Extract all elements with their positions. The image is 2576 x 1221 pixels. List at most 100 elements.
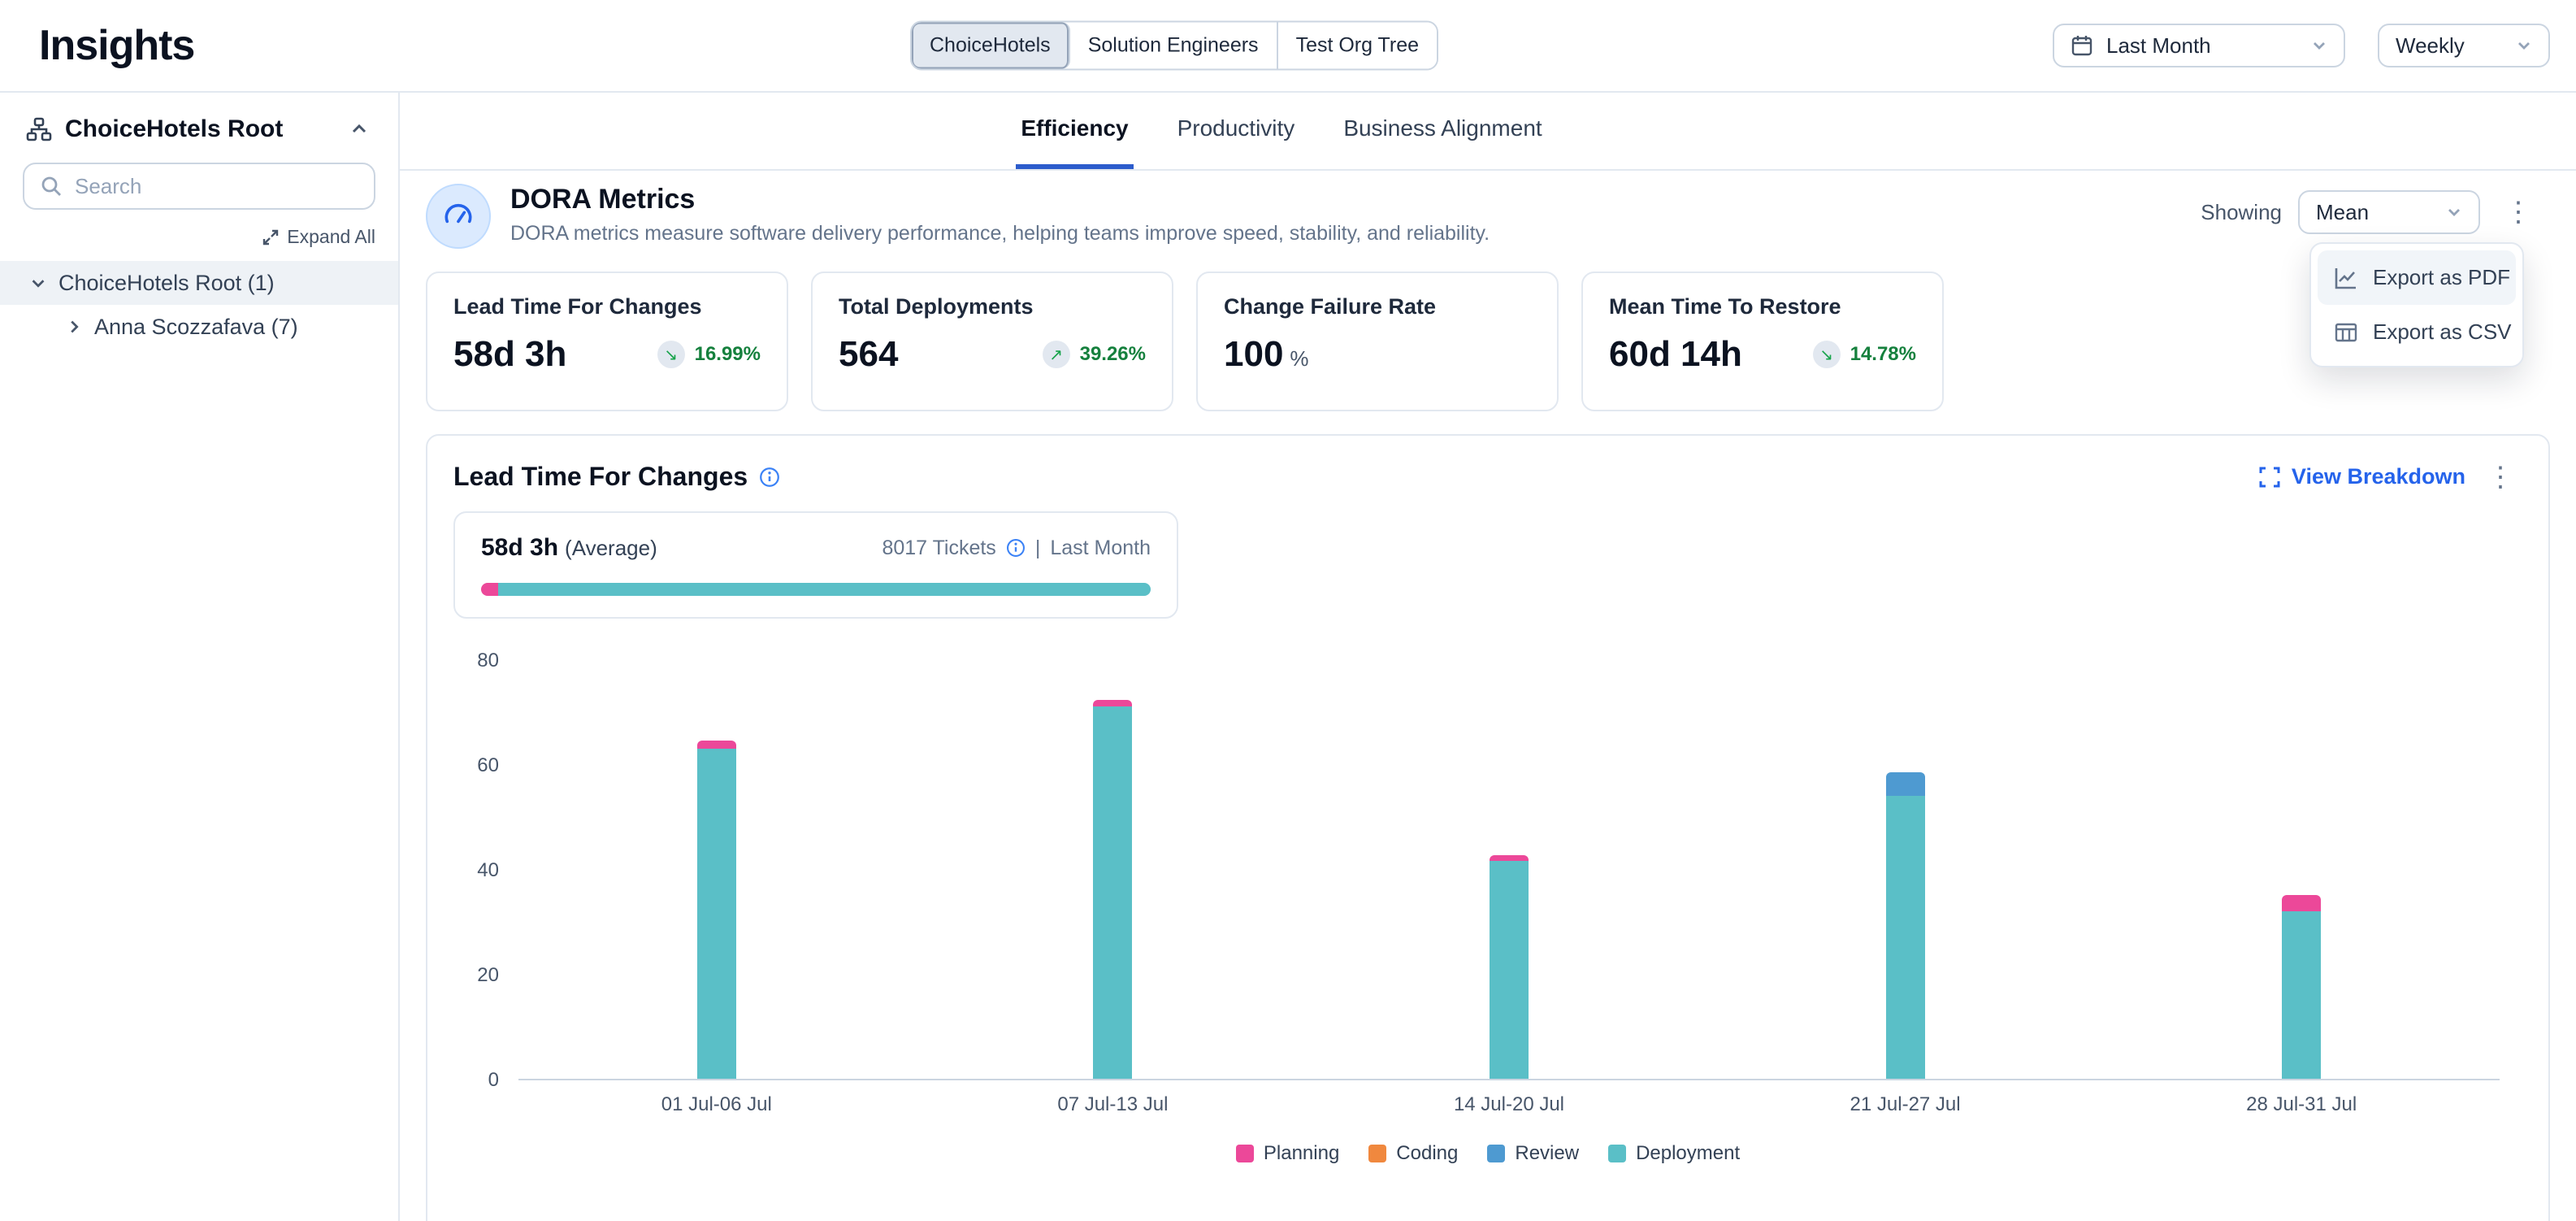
metric-card-title: Mean Time To Restore: [1609, 294, 1916, 319]
chart-card-title: Lead Time For Changes: [453, 462, 780, 492]
legend-item-planning[interactable]: Planning: [1236, 1142, 1339, 1165]
metric-card-title: Lead Time For Changes: [453, 294, 761, 319]
stacked-bar-2[interactable]: [1490, 855, 1529, 1079]
stacked-bar-0[interactable]: [697, 741, 736, 1079]
bar-segment-review[interactable]: [1886, 772, 1925, 796]
chevron-down-icon[interactable]: [29, 274, 47, 292]
info-icon[interactable]: [759, 467, 780, 488]
period-select[interactable]: Last Month: [2053, 24, 2345, 67]
granularity-select[interactable]: Weekly: [2378, 24, 2550, 67]
stacked-bar-3[interactable]: [1886, 772, 1925, 1079]
chart-card-actions: View Breakdown ⋮: [2259, 463, 2522, 491]
trend-badge: ↘ 14.78%: [1813, 341, 1916, 368]
chevron-down-icon: [2446, 204, 2462, 220]
view-breakdown-button[interactable]: View Breakdown: [2259, 464, 2465, 489]
org-tree-sidebar: ChoiceHotels Root Expand All: [0, 93, 400, 1221]
legend-item-coding[interactable]: Coding: [1368, 1142, 1458, 1165]
org-tab-solution-engineers[interactable]: Solution Engineers: [1070, 23, 1278, 69]
top-bar-controls: Last Month Weekly: [2053, 24, 2550, 67]
legend-swatch: [1236, 1145, 1254, 1162]
summary-progress-bar: [481, 583, 1151, 596]
insight-tabs: Efficiency Productivity Business Alignme…: [400, 93, 2576, 171]
expand-corners-icon: [2259, 467, 2280, 488]
metric-card-mean-time-to-restore[interactable]: Mean Time To Restore 60d 14h ↘ 14.78%: [1581, 272, 1944, 411]
dora-metrics-header: DORA Metrics DORA metrics measure softwa…: [426, 184, 2550, 249]
chevron-down-icon: [2311, 37, 2327, 54]
tab-efficiency[interactable]: Efficiency: [1016, 93, 1133, 169]
expand-all-label: Expand All: [287, 226, 375, 248]
x-tick-label: 14 Jul-20 Jul: [1311, 1093, 1707, 1116]
tickets-count: 8017 Tickets: [882, 537, 995, 560]
dora-titles: DORA Metrics DORA metrics measure softwa…: [510, 184, 1490, 246]
stacked-bar-1[interactable]: [1093, 700, 1132, 1079]
sidebar-search: [23, 163, 375, 210]
legend-item-review[interactable]: Review: [1487, 1142, 1579, 1165]
separator: |: [1035, 537, 1041, 560]
bar-column: [1311, 661, 1707, 1079]
summary-period: Last Month: [1050, 537, 1151, 560]
bar-segment-deployment[interactable]: [697, 749, 736, 1079]
trend-badge: ↘ 16.99%: [657, 341, 761, 368]
metric-card-total-deployments[interactable]: Total Deployments 564 ↗ 39.26%: [811, 272, 1173, 411]
stacked-bar-4[interactable]: [2282, 895, 2321, 1079]
aggregation-select[interactable]: Mean: [2298, 190, 2480, 234]
metric-card-change-failure-rate[interactable]: Change Failure Rate 100%: [1196, 272, 1559, 411]
org-tab-test-org-tree[interactable]: Test Org Tree: [1278, 23, 1437, 69]
menu-item-export-pdf[interactable]: Export as PDF: [2318, 250, 2516, 305]
metric-card-title: Change Failure Rate: [1224, 294, 1531, 319]
sidebar-collapse-button[interactable]: [346, 116, 372, 142]
tab-business-alignment[interactable]: Business Alignment: [1338, 93, 1546, 169]
chart-y-axis: 020406080: [453, 661, 518, 1080]
dora-controls: Showing Mean ⋮: [2201, 190, 2540, 234]
insight-tabs-inner: Efficiency Productivity Business Alignme…: [1016, 93, 1546, 169]
sidebar-header: ChoiceHotels Root: [0, 93, 398, 159]
tree-node-label: Anna Scozzafava (7): [94, 315, 298, 340]
bar-segment-planning[interactable]: [2282, 895, 2321, 910]
metric-value: 100%: [1224, 334, 1309, 375]
org-switcher: ChoiceHotels Solution Engineers Test Org…: [910, 21, 1438, 71]
tree-node-root[interactable]: ChoiceHotels Root (1): [0, 261, 398, 305]
x-tick-label: 07 Jul-13 Jul: [915, 1093, 1312, 1116]
chart-legend: Planning Coding Review Deployment: [453, 1142, 2522, 1165]
info-icon[interactable]: [1006, 538, 1026, 558]
menu-item-export-csv[interactable]: Export as CSV: [2318, 305, 2516, 359]
bar-segment-deployment[interactable]: [2282, 911, 2321, 1079]
lead-time-summary-card: 58d 3h(Average) 8017 Tickets | Last Mont…: [453, 511, 1178, 619]
bar-segment-deployment[interactable]: [1886, 796, 1925, 1079]
calendar-icon: [2071, 34, 2093, 57]
tab-productivity[interactable]: Productivity: [1173, 93, 1300, 169]
trend-delta: 16.99%: [695, 343, 761, 366]
chart-card-header: Lead Time For Changes View Breakdown: [453, 462, 2522, 492]
bar-segment-deployment[interactable]: [1093, 706, 1132, 1079]
metric-card-lead-time[interactable]: Lead Time For Changes 58d 3h ↘ 16.99%: [426, 272, 788, 411]
metric-value: 58d 3h: [453, 334, 573, 375]
bar-column: [518, 661, 915, 1079]
bar-segment-planning[interactable]: [697, 741, 736, 749]
search-input[interactable]: [75, 174, 358, 199]
summary-value: 58d 3h(Average): [481, 534, 657, 562]
legend-item-deployment[interactable]: Deployment: [1608, 1142, 1740, 1165]
chart-more-menu-button[interactable]: ⋮: [2478, 463, 2522, 491]
search-icon: [41, 176, 62, 197]
dora-more-menu-button[interactable]: ⋮: [2496, 198, 2540, 226]
bar-column: [2103, 661, 2500, 1079]
org-tab-choicehotels[interactable]: ChoiceHotels: [912, 23, 1070, 69]
tree-node-label: ChoiceHotels Root (1): [59, 271, 275, 296]
table-icon: [2334, 320, 2358, 345]
bar-segment-planning[interactable]: [1490, 855, 1529, 862]
x-tick-label: 21 Jul-27 Jul: [1707, 1093, 2104, 1116]
expand-all-button[interactable]: Expand All: [0, 219, 398, 261]
chart-plot: [518, 661, 2500, 1080]
insights-page: Insights ChoiceHotels Solution Engineers…: [0, 0, 2576, 1221]
period-select-value: Last Month: [2106, 33, 2298, 59]
chevron-right-icon[interactable]: [65, 318, 83, 336]
tree-node-anna-scozzafava[interactable]: Anna Scozzafava (7): [0, 305, 398, 349]
bar-segment-deployment[interactable]: [1490, 861, 1529, 1079]
legend-label: Review: [1515, 1142, 1579, 1165]
bar-segment-planning[interactable]: [1093, 700, 1132, 706]
main-content: DORA Metrics DORA metrics measure softwa…: [400, 171, 2576, 1221]
body-row: ChoiceHotels Root Expand All: [0, 93, 2576, 1221]
y-tick-label: 20: [477, 964, 499, 987]
legend-swatch: [1608, 1145, 1626, 1162]
expand-arrows-icon: [262, 229, 279, 246]
